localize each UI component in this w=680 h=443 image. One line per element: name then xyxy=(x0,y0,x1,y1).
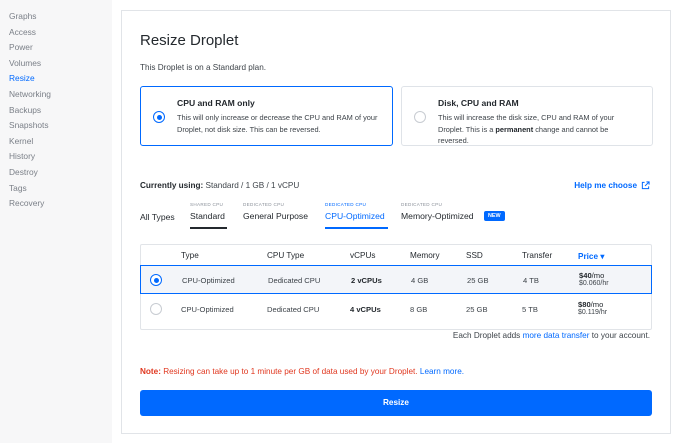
tab-general-purpose-label: General Purpose xyxy=(243,211,308,221)
sidebar-item-access[interactable]: Access xyxy=(0,25,112,41)
sidebar-item-graphs[interactable]: Graphs xyxy=(0,9,112,25)
table-row[interactable]: CPU-Optimized Dedicated CPU 2 vCPUs 4 GB… xyxy=(140,265,652,294)
column-header-cpu-type: CPU Type xyxy=(267,251,305,260)
sidebar-item-recovery[interactable]: Recovery xyxy=(0,196,112,212)
option-disk-cpu-ram[interactable]: Disk, CPU and RAM This will increase the… xyxy=(401,86,653,146)
transfer-note: Each Droplet adds more data transfer to … xyxy=(453,331,650,340)
tab-standard-label: Standard xyxy=(190,211,225,221)
cell-price-monthly: $80/mo xyxy=(578,300,603,309)
current-plan-value: Standard / 1 GB / 1 vCPU xyxy=(205,181,300,190)
price-monthly-amount: $40 xyxy=(579,271,592,280)
column-header-type: Type xyxy=(181,251,199,260)
plan-radio-selected[interactable] xyxy=(150,274,162,286)
tab-cpu-optimized-underline xyxy=(325,227,388,229)
cell-transfer: 5 TB xyxy=(522,305,538,314)
option-disk-cpu-ram-radio[interactable] xyxy=(414,111,426,123)
tab-memory-optimized-label: Memory-Optimized xyxy=(401,211,474,221)
tab-standard-underline xyxy=(190,227,227,229)
cell-price-hourly: $0.060/hr xyxy=(579,280,609,287)
cell-cpu-type: Dedicated CPU xyxy=(268,276,321,285)
cell-type: CPU-Optimized xyxy=(181,305,234,314)
sidebar-item-power[interactable]: Power xyxy=(0,40,112,56)
sidebar-item-history[interactable]: History xyxy=(0,149,112,165)
cell-vcpus: 2 vCPUs xyxy=(351,276,382,285)
plan-radio[interactable] xyxy=(150,303,162,315)
learn-more-link[interactable]: Learn more. xyxy=(420,367,464,376)
resize-button[interactable]: Resize xyxy=(140,390,652,416)
cell-ssd: 25 GB xyxy=(466,305,488,314)
current-plan-label: Currently using: xyxy=(140,181,204,190)
sidebar-item-backups[interactable]: Backups xyxy=(0,103,112,119)
column-header-price[interactable]: Price ▾ xyxy=(578,251,604,261)
tab-general-purpose[interactable]: DEDICATED CPU General Purpose xyxy=(243,202,311,232)
tab-standard-category: SHARED CPU xyxy=(190,202,224,207)
cell-memory: 8 GB xyxy=(410,305,428,314)
column-header-transfer: Transfer xyxy=(522,251,553,260)
help-me-choose-link[interactable]: Help me choose xyxy=(574,181,650,190)
resize-panel: Resize Droplet This Droplet is on a Stan… xyxy=(121,10,671,434)
tab-general-purpose-category: DEDICATED CPU xyxy=(243,202,285,207)
cell-vcpus: 4 vCPUs xyxy=(350,305,381,314)
cell-transfer: 4 TB xyxy=(523,276,539,285)
cell-ssd: 25 GB xyxy=(467,276,489,285)
tab-memory-optimized-category: DEDICATED CPU xyxy=(401,202,443,207)
table-row[interactable]: CPU-Optimized Dedicated CPU 4 vCPUs 8 GB… xyxy=(141,295,651,324)
transfer-note-before: Each Droplet adds xyxy=(452,331,523,340)
option-disk-cpu-ram-title: Disk, CPU and RAM xyxy=(438,98,519,108)
more-data-transfer-link[interactable]: more data transfer xyxy=(523,331,590,340)
column-header-ssd: SSD xyxy=(466,251,483,260)
sort-caret-icon: ▾ xyxy=(600,252,605,261)
sidebar-item-networking[interactable]: Networking xyxy=(0,87,112,103)
price-monthly-suffix: /mo xyxy=(590,300,604,309)
plan-subtitle: This Droplet is on a Standard plan. xyxy=(140,63,267,72)
tab-memory-optimized[interactable]: DEDICATED CPU Memory-Optimized NEW xyxy=(401,202,511,232)
note-label: Note: xyxy=(140,367,161,376)
current-plan: Currently using: Standard / 1 GB / 1 vCP… xyxy=(140,181,299,190)
sidebar-item-volumes[interactable]: Volumes xyxy=(0,56,112,72)
option-disk-desc-bold: permanent xyxy=(495,124,534,134)
sidebar: Graphs Access Power Volumes Resize Netwo… xyxy=(0,0,112,443)
sidebar-item-snapshots[interactable]: Snapshots xyxy=(0,118,112,134)
option-cpu-ram-description: This will only increase or decrease the … xyxy=(177,113,378,134)
tab-cpu-optimized-label: CPU-Optimized xyxy=(325,211,385,221)
column-header-vcpus: vCPUs xyxy=(350,251,376,260)
help-me-choose-label: Help me choose xyxy=(574,181,637,190)
tab-cpu-optimized[interactable]: DEDICATED CPU CPU-Optimized xyxy=(325,202,388,232)
column-header-price-label: Price xyxy=(578,252,599,261)
price-monthly-amount: $80 xyxy=(578,300,591,309)
tab-standard[interactable]: SHARED CPU Standard xyxy=(190,202,227,232)
option-cpu-ram-radio[interactable] xyxy=(153,111,165,123)
cell-price-monthly: $40/mo xyxy=(579,271,604,280)
tab-all-types-label: All Types xyxy=(140,212,175,222)
resize-warning-note: Note: Resizing can take up to 1 minute p… xyxy=(140,367,464,376)
sidebar-item-tags[interactable]: Tags xyxy=(0,181,112,197)
table-header: Type CPU Type vCPUs Memory SSD Transfer … xyxy=(141,245,651,266)
cell-cpu-type: Dedicated CPU xyxy=(267,305,320,314)
option-cpu-ram-title: CPU and RAM only xyxy=(177,98,255,108)
tab-cpu-optimized-category: DEDICATED CPU xyxy=(325,202,367,207)
cell-memory: 4 GB xyxy=(411,276,429,285)
new-badge: NEW xyxy=(484,211,505,221)
sidebar-item-destroy[interactable]: Destroy xyxy=(0,165,112,181)
external-link-icon xyxy=(641,181,650,190)
column-header-memory: Memory xyxy=(410,251,440,260)
price-monthly-suffix: /mo xyxy=(591,271,605,280)
option-cpu-ram-only[interactable]: CPU and RAM only This will only increase… xyxy=(140,86,393,146)
plans-table: Type CPU Type vCPUs Memory SSD Transfer … xyxy=(140,244,652,330)
sidebar-item-kernel[interactable]: Kernel xyxy=(0,134,112,150)
cell-price-hourly: $0.119/hr xyxy=(578,309,608,316)
note-text: Resizing can take up to 1 minute per GB … xyxy=(160,367,420,376)
cell-type: CPU-Optimized xyxy=(182,276,235,285)
option-disk-cpu-ram-description: This will increase the disk size, CPU an… xyxy=(438,112,638,147)
page-title: Resize Droplet xyxy=(140,32,239,49)
sidebar-item-resize[interactable]: Resize xyxy=(0,71,112,87)
transfer-note-after: to your account. xyxy=(589,331,650,340)
